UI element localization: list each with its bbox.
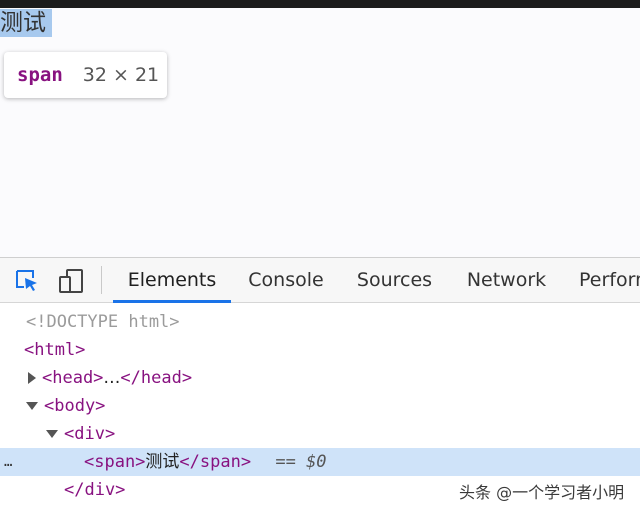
body-open-tag: <body> — [44, 396, 106, 416]
devtools-panel: Elements Console Sources Network Perform… — [0, 257, 640, 514]
tooltip-tag-name: span — [17, 64, 63, 86]
dom-node-body[interactable]: <body> — [0, 392, 640, 420]
toolbar-divider — [101, 266, 102, 294]
inspect-element-icon[interactable] — [14, 268, 40, 294]
collapse-triangle-icon[interactable] — [26, 402, 38, 410]
head-collapsed-ellipsis: … — [103, 368, 121, 388]
tab-network[interactable]: Network — [448, 258, 565, 302]
dom-node-span-selected[interactable]: … <span>测试</span> == $0 — [0, 448, 640, 476]
dom-node-head[interactable]: <head>…</head> — [0, 364, 640, 392]
selected-span-text[interactable]: 测试 — [0, 9, 52, 37]
device-toolbar-icon[interactable] — [58, 268, 84, 294]
page-viewport — [0, 8, 640, 257]
tab-sources[interactable]: Sources — [341, 258, 448, 302]
collapse-triangle-icon[interactable] — [46, 430, 58, 438]
span-open-tag: <span> — [84, 452, 146, 472]
dom-node-div[interactable]: <div> — [0, 420, 640, 448]
expand-triangle-icon[interactable] — [28, 372, 36, 384]
span-text-content: 测试 — [145, 452, 180, 472]
head-close-tag: </head> — [120, 368, 193, 388]
tab-performance[interactable]: Perform — [565, 258, 640, 302]
div-open-tag: <div> — [64, 424, 116, 444]
top-bar — [0, 0, 640, 8]
tooltip-dimensions: 32 × 21 — [82, 64, 160, 86]
span-close-tag: </span> — [179, 452, 252, 472]
head-open-tag: <head> — [42, 368, 104, 388]
devtools-toolbar: Elements Console Sources Network Perform — [0, 258, 640, 303]
html-open-tag: <html> — [24, 340, 86, 360]
console-ref: $0 — [306, 452, 327, 472]
dom-node-html[interactable]: <html> — [0, 336, 640, 364]
div-close-tag: </div> — [64, 480, 126, 500]
devtools-tabs: Elements Console Sources Network Perform — [113, 258, 640, 303]
inspect-tooltip: span 32 × 21 — [4, 52, 167, 98]
equals-marker: == — [275, 452, 296, 472]
dom-node-doctype[interactable]: <!DOCTYPE html> — [0, 308, 640, 336]
row-menu-icon[interactable]: … — [4, 448, 13, 476]
tab-console[interactable]: Console — [231, 258, 341, 302]
tab-elements[interactable]: Elements — [113, 258, 231, 303]
doctype-text: <!DOCTYPE html> — [26, 312, 180, 332]
watermark-text: 头条 @一个学习者小明 — [459, 483, 625, 502]
